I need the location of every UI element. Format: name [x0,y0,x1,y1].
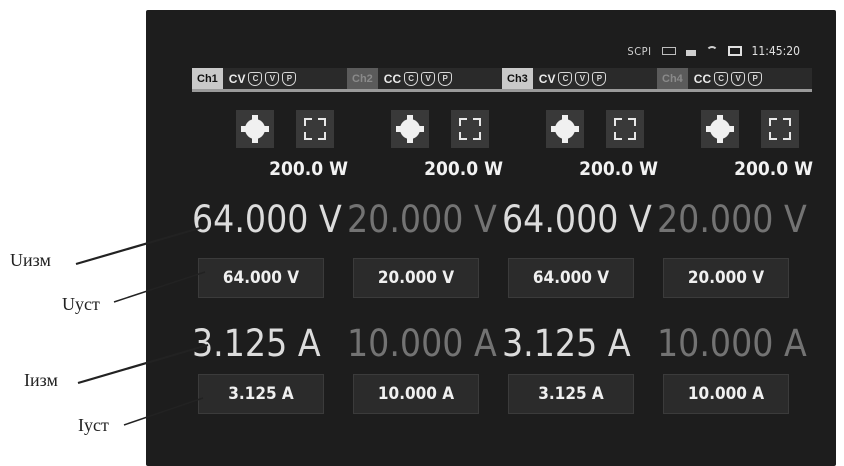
channel-label: Ch2 [347,68,378,89]
ocp-shield-icon: C [248,71,263,86]
ocp-shield-icon: C [714,71,729,86]
gear-icon [551,115,579,143]
mode-indicator: CV [538,71,556,86]
channel-3-panel: Ch3 CV C V P 200.0 W 64.000 V 64.000 V 3… [502,68,658,466]
opp-shield-icon: P [592,71,607,86]
expand-icon [769,118,791,140]
mode-indicator: CV [228,71,246,86]
voltage-measured: 64.000 V [502,198,652,241]
channel-label: Ch4 [657,68,688,89]
voltage-measured: 20.000 V [657,198,807,241]
mode-indicator: CC [383,71,402,86]
current-setpoint[interactable]: 10.000 A [353,374,479,414]
current-setpoint[interactable]: 3.125 A [508,374,634,414]
current-measured: 10.000 A [657,322,807,365]
expand-button[interactable] [761,110,799,148]
settings-button[interactable] [391,110,429,148]
channel-label: Ch1 [192,68,223,89]
voltage-setpoint[interactable]: 20.000 V [663,258,789,298]
annotation-u-meas: Uизм [10,250,51,270]
current-measured: 10.000 A [347,322,497,365]
gear-icon [396,115,424,143]
current-measured: 3.125 A [502,322,631,365]
ovp-shield-icon: V [575,71,590,86]
channel-label: Ch3 [502,68,533,89]
voltage-setpoint[interactable]: 64.000 V [198,258,324,298]
expand-icon [459,118,481,140]
expand-button[interactable] [296,110,334,148]
expand-icon [614,118,636,140]
ovp-shield-icon: V [421,71,436,86]
channel-tab[interactable]: Ch3 CV C V P [502,68,657,92]
lan-icon [661,47,676,55]
current-setpoint[interactable]: 10.000 A [663,374,789,414]
current-setpoint[interactable]: 3.125 A [198,374,324,414]
scpi-indicator: SCPI [627,44,652,58]
usb-icon [685,50,696,56]
settings-button[interactable] [236,110,274,148]
annotation-i-set: Iуст [78,415,109,435]
current-measured: 3.125 A [192,322,321,365]
power-limit: 200.0 W [269,158,348,180]
expand-button[interactable] [606,110,644,148]
voltage-measured: 64.000 V [192,198,342,241]
channel-4-panel: Ch4 CC C V P 200.0 W 20.000 V 20.000 V 1… [657,68,813,466]
channel-1-panel: Ch1 CV C V P 200.0 W 64.000 V 64.000 V 3… [192,68,348,466]
annotation-u-set: Uуст [62,294,100,314]
ovp-shield-icon: V [731,71,746,86]
ocp-shield-icon: C [404,71,419,86]
channel-2-panel: Ch2 CC C V P 200.0 W 20.000 V 20.000 V 1… [347,68,503,466]
settings-button[interactable] [701,110,739,148]
instrument-display: SCPI 11:45:20 Ch1 CV C V P 200.0 W 64.00… [146,10,836,466]
opp-shield-icon: P [438,71,453,86]
power-limit: 200.0 W [734,158,813,180]
ovp-shield-icon: V [265,71,280,86]
clock: 11:45:20 [751,44,800,58]
wifi-icon [705,46,718,56]
settings-button[interactable] [546,110,584,148]
opp-shield-icon: P [748,71,763,86]
channel-tab[interactable]: Ch2 CC C V P [347,68,502,92]
expand-button[interactable] [451,110,489,148]
power-limit: 200.0 W [424,158,503,180]
channel-tab[interactable]: Ch4 CC C V P [657,68,812,92]
battery-icon [727,46,742,56]
power-limit: 200.0 W [579,158,658,180]
status-bar: SCPI 11:45:20 [627,44,800,58]
expand-icon [304,118,326,140]
annotation-i-meas: Iизм [24,370,58,390]
voltage-setpoint[interactable]: 64.000 V [508,258,634,298]
gear-icon [241,115,269,143]
gear-icon [706,115,734,143]
voltage-setpoint[interactable]: 20.000 V [353,258,479,298]
opp-shield-icon: P [282,71,297,86]
voltage-measured: 20.000 V [347,198,497,241]
ocp-shield-icon: C [558,71,573,86]
channel-tab[interactable]: Ch1 CV C V P [192,68,347,92]
mode-indicator: CC [693,71,712,86]
